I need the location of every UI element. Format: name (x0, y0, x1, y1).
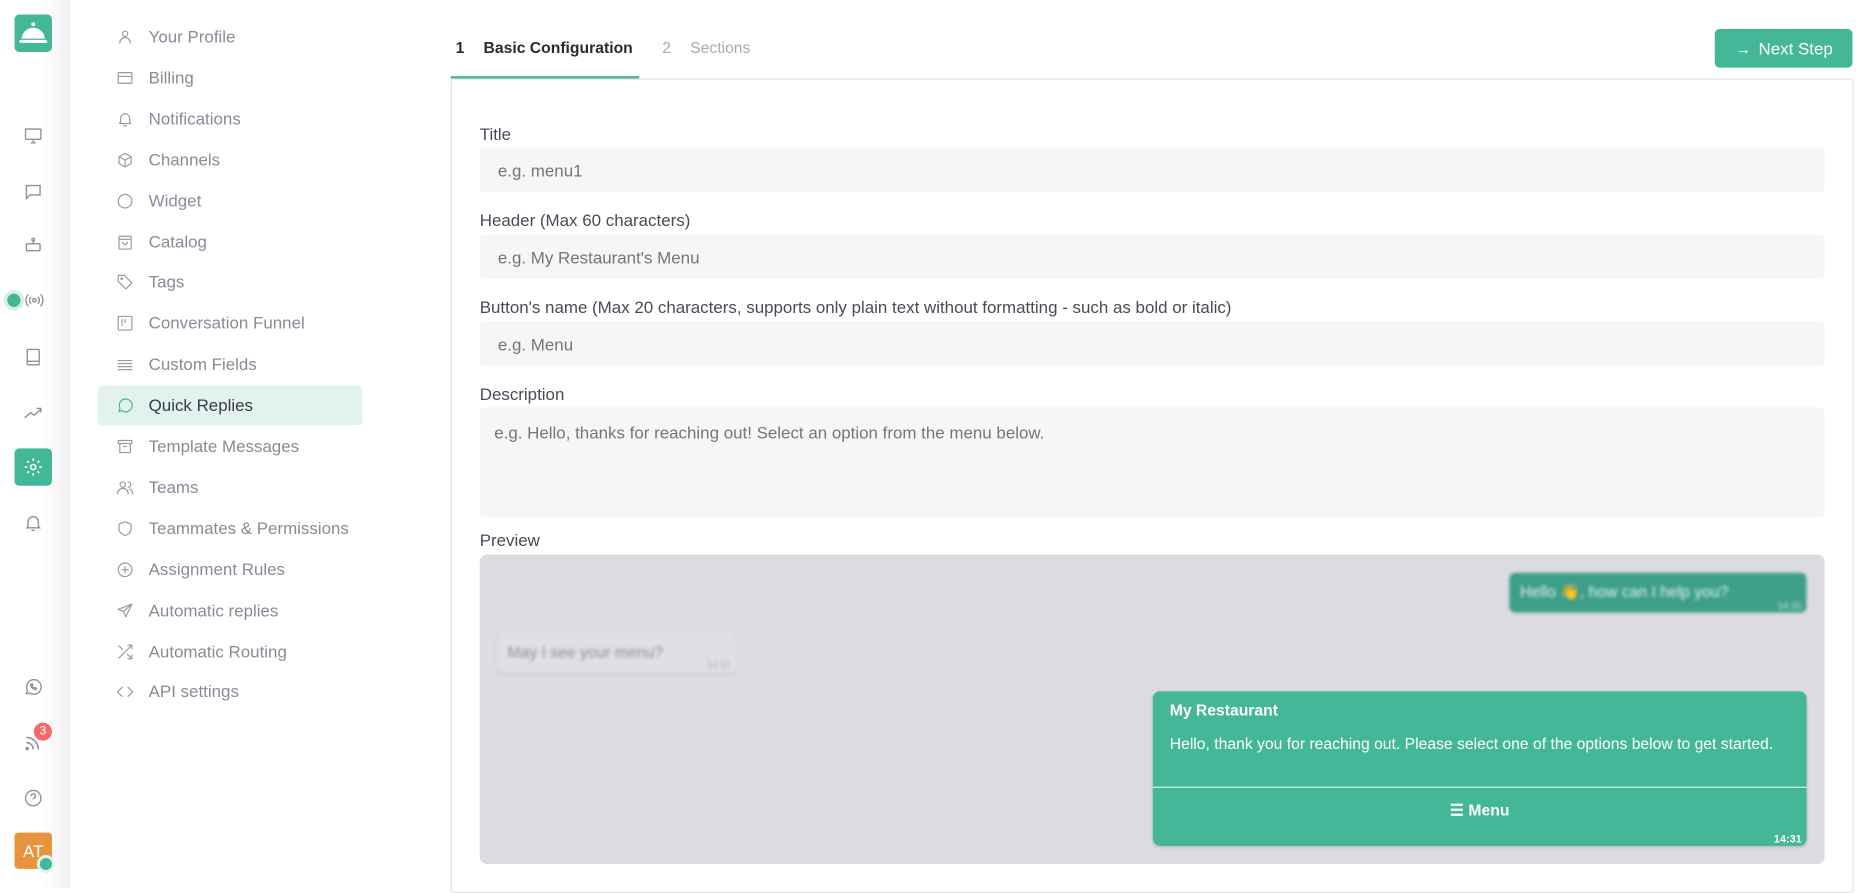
settings-menu-item-quick-replies[interactable]: Quick Replies (97, 385, 363, 426)
book-icon[interactable] (23, 347, 44, 368)
header-input[interactable] (479, 234, 1825, 280)
settings-menu-item-template-messages[interactable]: Template Messages (98, 427, 363, 467)
help-icon[interactable] (23, 788, 44, 809)
arrow-right-icon: → (1734, 38, 1752, 59)
step-sections[interactable]: 2 Sections (662, 37, 751, 57)
message-circle-icon (116, 396, 134, 414)
step-number: 1 (455, 38, 465, 57)
archive-icon (116, 437, 134, 455)
button-name-label: Button's name (Max 20 characters, suppor… (479, 297, 1232, 317)
button-name-input[interactable] (479, 321, 1825, 367)
header-label: Header (Max 60 characters) (479, 210, 691, 230)
bell-icon (116, 110, 134, 128)
incoming-time: 14:31 (706, 659, 732, 671)
step-label: Sections (690, 38, 751, 57)
whatsapp-icon[interactable] (23, 677, 44, 698)
settings-menu-item-api-settings[interactable]: API settings (98, 672, 363, 712)
settings-menu-item-tags[interactable]: Tags (98, 263, 363, 303)
greeting-time: 14:31 (1777, 600, 1802, 612)
online-status-dot (7, 293, 21, 307)
reply-divider (1152, 786, 1807, 788)
settings-menu-item-automatic-routing[interactable]: Automatic Routing (98, 631, 363, 671)
monitor-icon[interactable] (23, 126, 44, 147)
settings-menu-item-label: Your Profile (148, 26, 236, 46)
users-icon (116, 478, 134, 496)
settings-menu-item-label: Teammates & Permissions (148, 518, 349, 538)
settings-menu-item-label: Billing (148, 67, 194, 87)
settings-menu-item-label: Template Messages (148, 436, 300, 456)
settings-menu-item-label: Custom Fields (148, 354, 257, 374)
incoming-message-bubble: May I see your menu? 14:31 (497, 631, 736, 674)
shopping-bag-icon (116, 233, 134, 251)
settings-menu-item-label: Catalog (148, 231, 207, 251)
circle-icon (116, 192, 134, 210)
preview-label: Preview (479, 530, 540, 550)
step-number: 2 (662, 38, 671, 57)
settings-menu-item-automatic-replies[interactable]: Automatic replies (98, 590, 363, 630)
settings-icon[interactable] (14, 448, 52, 486)
step-basic-configuration[interactable]: 1 Basic Configuration (455, 37, 633, 57)
settings-menu-item-teammates-permissions[interactable]: Teammates & Permissions (98, 508, 363, 548)
settings-menu-item-billing[interactable]: Billing (98, 58, 363, 98)
settings-menu-item-label: API settings (148, 682, 239, 702)
step-label: Basic Configuration (483, 38, 633, 57)
settings-menu-item-assignment-rules[interactable]: Assignment Rules (98, 549, 363, 589)
reply-time: 14:31 (1773, 832, 1802, 845)
next-step-button[interactable]: → Next Step (1714, 29, 1853, 68)
settings-menu-item-label: Assignment Rules (148, 559, 285, 579)
app-rail: 3 AT (0, 0, 71, 889)
reply-header: My Restaurant (1169, 700, 1278, 719)
broadcast-icon[interactable] (24, 290, 45, 311)
settings-menu-item-catalog[interactable]: Catalog (98, 222, 363, 262)
settings-menu-item-label: Teams (148, 477, 199, 497)
notifications-icon[interactable] (23, 512, 44, 533)
settings-menu-item-custom-fields[interactable]: Custom Fields (98, 345, 363, 385)
trending-icon[interactable] (23, 402, 44, 423)
settings-menu-item-label: Notifications (148, 108, 241, 128)
settings-menu-item-your-profile[interactable]: Your Profile (98, 17, 363, 57)
credit-card-icon (116, 69, 134, 87)
settings-menu-item-teams[interactable]: Teams (98, 468, 363, 508)
settings-menu-item-label: Conversation Funnel (148, 313, 305, 333)
rss-badge: 3 (33, 722, 52, 741)
settings-menu-item-label: Automatic Routing (148, 641, 287, 661)
settings-menu-item-widget[interactable]: Widget (98, 181, 363, 221)
menu-list-button[interactable]: ☰ Menu (1153, 801, 1807, 820)
kanban-icon (116, 315, 134, 333)
title-input[interactable] (479, 147, 1825, 193)
cube-icon (116, 151, 134, 169)
avatar-initials: AT (23, 841, 44, 861)
send-icon (116, 601, 134, 619)
reply-preview-bubble: My Restaurant Hello, thank you for reach… (1152, 691, 1807, 846)
robot-icon[interactable] (23, 234, 44, 255)
settings-menu-item-conversation-funnel[interactable]: Conversation Funnel (98, 304, 363, 344)
code-icon (116, 683, 134, 701)
menu-button-label: Menu (1468, 801, 1510, 820)
title-label: Title (479, 124, 512, 144)
description-textarea[interactable] (479, 407, 1825, 518)
avatar-status-dot (39, 857, 52, 871)
settings-menu-item-channels[interactable]: Channels (98, 140, 363, 180)
settings-menu-item-label: Quick Replies (148, 395, 254, 415)
bell-service-logo-icon[interactable] (14, 14, 52, 52)
next-step-label: Next Step (1758, 38, 1833, 59)
shield-icon (116, 519, 134, 537)
user-icon (116, 28, 134, 46)
incoming-text: May I see your menu? (507, 642, 663, 661)
description-label: Description (479, 384, 565, 404)
settings-menu-item-label: Widget (148, 190, 202, 210)
list-icon: ☰ (1449, 801, 1469, 820)
lines-icon (116, 355, 134, 373)
reply-body: Hello, thank you for reaching out. Pleas… (1169, 734, 1774, 753)
settings-menu-item-notifications[interactable]: Notifications (98, 99, 363, 139)
chat-icon[interactable] (23, 181, 44, 202)
plus-circle-icon (116, 560, 134, 578)
settings-menu-item-label: Automatic replies (148, 600, 279, 620)
tag-icon (116, 274, 134, 292)
outgoing-greeting-bubble: Hello 👋, how can I help you? 14:31 (1509, 572, 1807, 613)
shuffle-icon (116, 642, 134, 660)
greeting-text: Hello 👋, how can I help you? (1520, 582, 1729, 601)
settings-menu-item-label: Channels (148, 149, 221, 169)
settings-menu-item-label: Tags (148, 272, 185, 292)
